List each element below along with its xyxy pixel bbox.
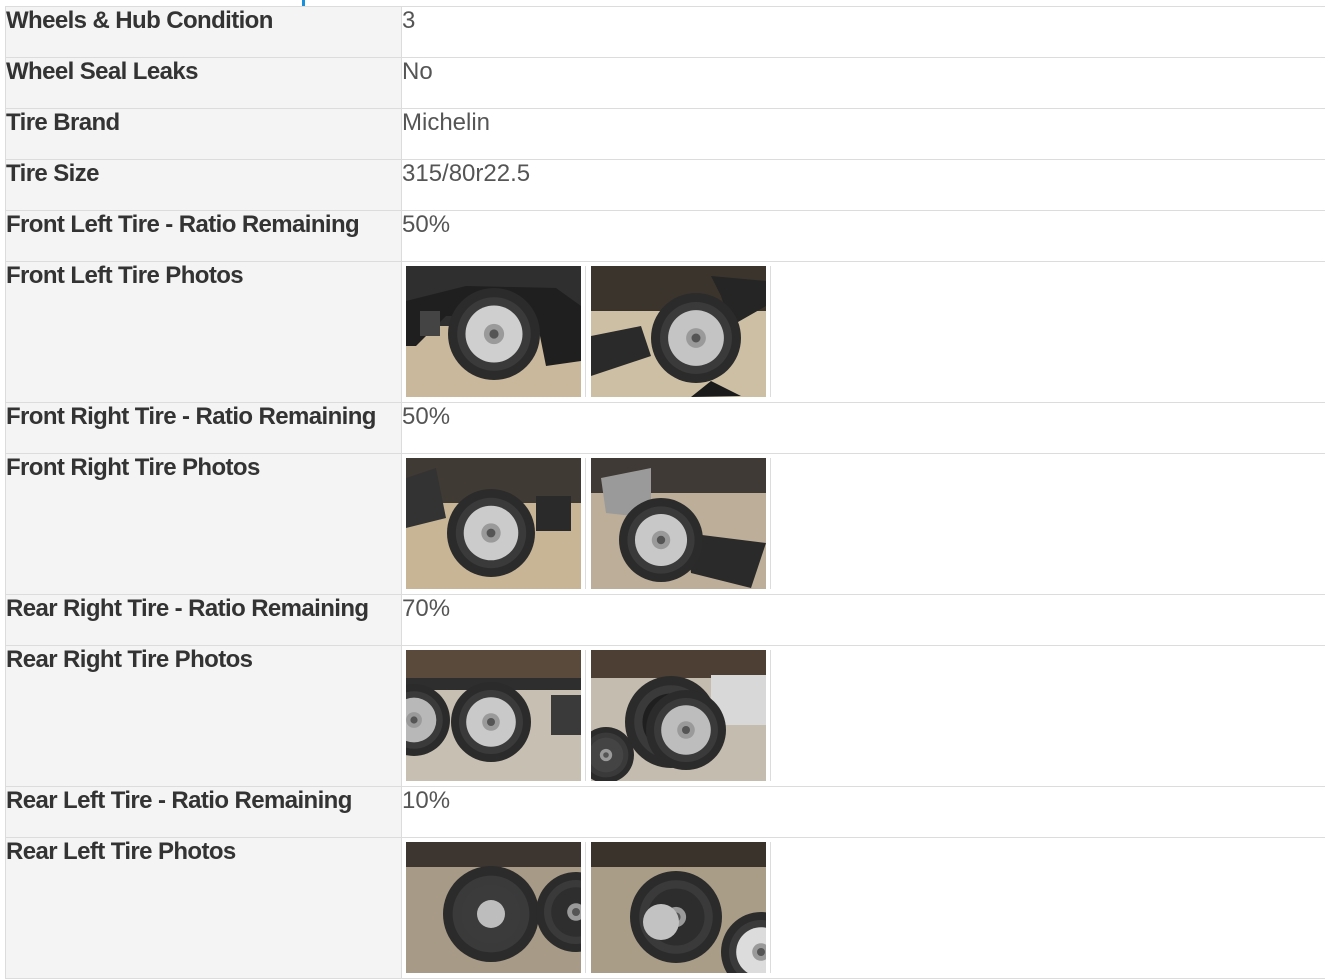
row-label: Front Left Tire - Ratio Remaining (6, 211, 402, 262)
table-row: Front Left Tire Photos (6, 262, 1325, 403)
front-left-tire-photo-1[interactable] (406, 266, 581, 397)
rear-left-tire-photo-2[interactable] (591, 842, 766, 973)
photo-cell (402, 646, 1325, 787)
photo-cell (402, 454, 1325, 595)
rear-right-tire-photo-1[interactable] (406, 650, 581, 781)
table-row: Front Right Tire - Ratio Remaining 50% (6, 403, 1325, 454)
row-label: Front Right Tire - Ratio Remaining (6, 403, 402, 454)
rear-left-tire-photo-1[interactable] (406, 842, 581, 973)
row-value: No (402, 58, 1325, 109)
row-value: 70% (402, 595, 1325, 646)
front-right-tire-photo-2[interactable] (591, 458, 766, 589)
front-right-tire-photo-1[interactable] (406, 458, 581, 589)
row-label: Rear Right Tire Photos (6, 646, 402, 787)
front-left-tire-photo-2[interactable] (591, 266, 766, 397)
row-label: Rear Left Tire Photos (6, 838, 402, 979)
table-row: Tire Brand Michelin (6, 109, 1325, 160)
table-row: Wheel Seal Leaks No (6, 58, 1325, 109)
row-label: Tire Brand (6, 109, 402, 160)
row-label: Tire Size (6, 160, 402, 211)
row-value: 3 (402, 7, 1325, 58)
table-row: Wheels & Hub Condition 3 (6, 7, 1325, 58)
row-value: Michelin (402, 109, 1325, 160)
row-value: 10% (402, 787, 1325, 838)
row-label: Wheel Seal Leaks (6, 58, 402, 109)
table-row: Rear Right Tire - Ratio Remaining 70% (6, 595, 1325, 646)
table-row: Front Left Tire - Ratio Remaining 50% (6, 211, 1325, 262)
table-row: Rear Left Tire - Ratio Remaining 10% (6, 787, 1325, 838)
row-label: Rear Right Tire - Ratio Remaining (6, 595, 402, 646)
table-row: Rear Right Tire Photos (6, 646, 1325, 787)
row-value: 315/80r22.5 (402, 160, 1325, 211)
tire-spec-table: Wheels & Hub Condition 3 Wheel Seal Leak… (5, 6, 1325, 979)
table-row: Front Right Tire Photos (6, 454, 1325, 595)
row-label: Front Left Tire Photos (6, 262, 402, 403)
rear-right-tire-photo-2[interactable] (591, 650, 766, 781)
row-label: Wheels & Hub Condition (6, 7, 402, 58)
row-value: 50% (402, 211, 1325, 262)
photo-cell (402, 838, 1325, 979)
row-value: 50% (402, 403, 1325, 454)
row-label: Rear Left Tire - Ratio Remaining (6, 787, 402, 838)
photo-cell (402, 262, 1325, 403)
table-row: Tire Size 315/80r22.5 (6, 160, 1325, 211)
row-label: Front Right Tire Photos (6, 454, 402, 595)
table-row: Rear Left Tire Photos (6, 838, 1325, 979)
